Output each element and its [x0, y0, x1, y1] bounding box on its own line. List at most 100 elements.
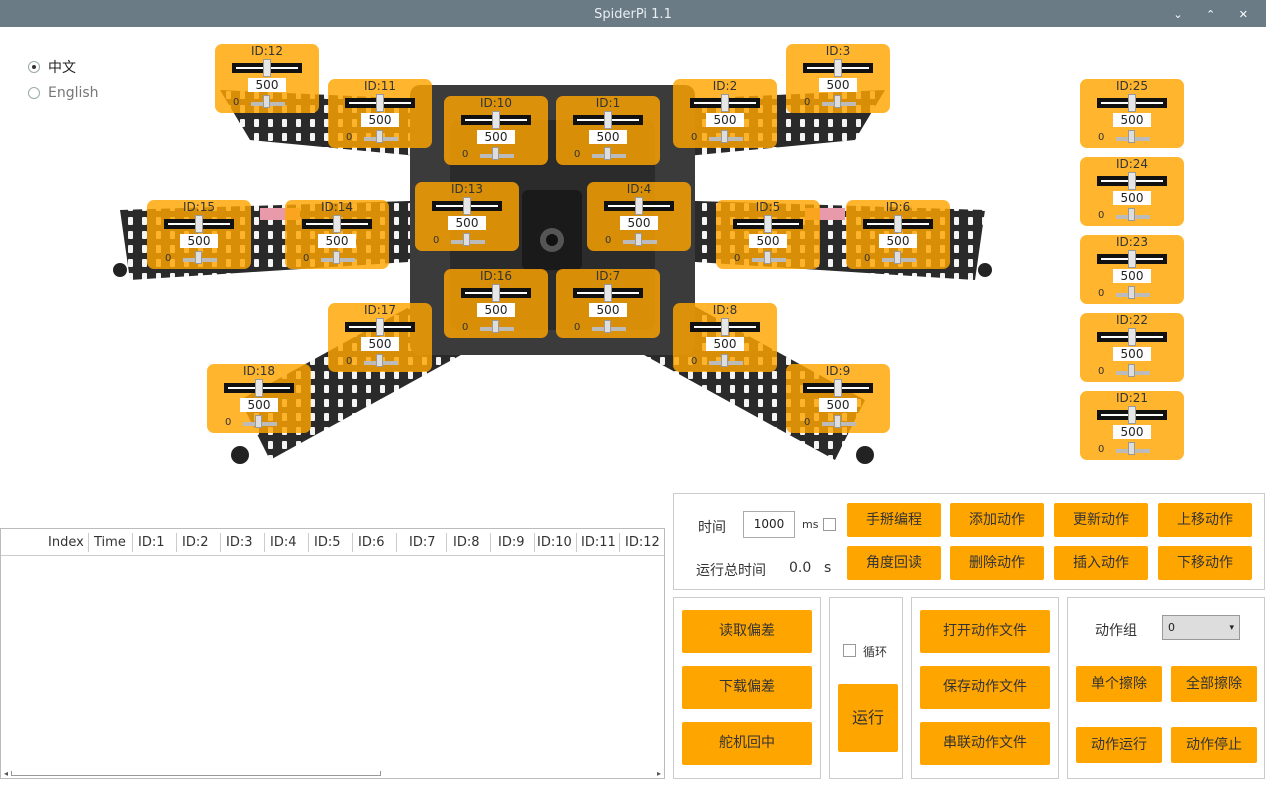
servo-slider-handle[interactable] — [721, 318, 729, 336]
servo-slider-handle[interactable] — [376, 94, 384, 112]
column-header[interactable]: ID:3 — [226, 535, 253, 550]
servo-panel-21[interactable]: ID:21 500 0 — [1080, 391, 1184, 460]
language-option-chinese[interactable]: 中文 — [28, 57, 76, 77]
column-header[interactable]: ID:1 — [138, 535, 165, 550]
servo-panel-24[interactable]: ID:24 500 0 — [1080, 157, 1184, 226]
servo-slider-handle[interactable] — [492, 284, 500, 302]
servo-panel-8[interactable]: ID:8 500 0 — [673, 303, 777, 372]
servo-slider-handle[interactable] — [1128, 250, 1136, 268]
delete-action-button[interactable]: 删除动作 — [950, 546, 1044, 580]
time-checkbox[interactable] — [823, 518, 836, 531]
servo-slider-handle[interactable] — [834, 379, 842, 397]
servo-offset-handle[interactable] — [492, 320, 499, 333]
servo-slider-handle[interactable] — [764, 215, 772, 233]
servo-offset-handle[interactable] — [333, 251, 340, 264]
chain-action-file-button[interactable]: 串联动作文件 — [920, 722, 1050, 765]
servo-slider-handle[interactable] — [1128, 94, 1136, 112]
servo-panel-3[interactable]: ID:3 500 0 — [786, 44, 890, 113]
servo-offset-handle[interactable] — [1128, 364, 1135, 377]
servo-slider-handle[interactable] — [1128, 172, 1136, 190]
update-action-button[interactable]: 更新动作 — [1054, 503, 1148, 537]
scrollbar-thumb[interactable] — [11, 771, 381, 776]
action-run-button[interactable]: 动作运行 — [1076, 727, 1162, 763]
scroll-right-icon[interactable]: ▸ — [657, 769, 661, 778]
servo-slider-handle[interactable] — [635, 197, 643, 215]
add-action-button[interactable]: 添加动作 — [950, 503, 1044, 537]
servo-panel-13[interactable]: ID:13 500 0 — [415, 182, 519, 251]
servo-panel-6[interactable]: ID:6 500 0 — [846, 200, 950, 269]
action-table[interactable]: Index Time ID:1 ID:2 ID:3 ID:4 ID:5 ID:6… — [0, 528, 665, 779]
servo-panel-17[interactable]: ID:17 500 0 — [328, 303, 432, 372]
servo-slider-handle[interactable] — [721, 94, 729, 112]
time-input[interactable]: 1000 — [743, 511, 795, 538]
save-action-file-button[interactable]: 保存动作文件 — [920, 666, 1050, 709]
servo-panel-22[interactable]: ID:22 500 0 — [1080, 313, 1184, 382]
servo-offset-handle[interactable] — [1128, 442, 1135, 455]
servo-slider-handle[interactable] — [894, 215, 902, 233]
column-header[interactable]: ID:4 — [270, 535, 297, 550]
language-option-english[interactable]: English — [28, 85, 99, 101]
column-header[interactable]: ID:5 — [314, 535, 341, 550]
servo-slider-handle[interactable] — [604, 284, 612, 302]
servo-panel-16[interactable]: ID:16 500 0 — [444, 269, 548, 338]
move-up-action-button[interactable]: 上移动作 — [1158, 503, 1252, 537]
read-angle-button[interactable]: 角度回读 — [847, 546, 941, 580]
servo-panel-9[interactable]: ID:9 500 0 — [786, 364, 890, 433]
servo-panel-11[interactable]: ID:11 500 0 — [328, 79, 432, 148]
servo-offset-handle[interactable] — [834, 95, 841, 108]
column-header[interactable]: ID:12 — [625, 535, 660, 550]
servo-slider-handle[interactable] — [492, 111, 500, 129]
read-offset-button[interactable]: 读取偏差 — [682, 610, 812, 653]
servo-slider-handle[interactable] — [376, 318, 384, 336]
servo-offset-handle[interactable] — [764, 251, 771, 264]
servo-panel-4[interactable]: ID:4 500 0 — [587, 182, 691, 251]
servo-slider-handle[interactable] — [834, 59, 842, 77]
servo-panel-10[interactable]: ID:10 500 0 — [444, 96, 548, 165]
servo-offset-handle[interactable] — [1128, 208, 1135, 221]
servo-slider-handle[interactable] — [263, 59, 271, 77]
window-controls[interactable]: ⌄ ⌃ ✕ — [1173, 0, 1258, 29]
servo-slider-handle[interactable] — [1128, 406, 1136, 424]
servo-offset-handle[interactable] — [263, 95, 270, 108]
servo-offset-handle[interactable] — [376, 354, 383, 367]
servo-slider-handle[interactable] — [1128, 328, 1136, 346]
insert-action-button[interactable]: 插入动作 — [1054, 546, 1148, 580]
column-header[interactable]: Index — [48, 535, 84, 550]
loop-checkbox[interactable] — [843, 644, 856, 657]
column-header[interactable]: ID:10 — [537, 535, 572, 550]
servo-offset-handle[interactable] — [463, 233, 470, 246]
servo-offset-handle[interactable] — [195, 251, 202, 264]
servo-panel-18[interactable]: ID:18 500 0 — [207, 364, 311, 433]
servo-center-button[interactable]: 舵机回中 — [682, 722, 812, 765]
servo-offset-handle[interactable] — [721, 354, 728, 367]
scroll-left-icon[interactable]: ◂ — [4, 769, 8, 778]
servo-offset-handle[interactable] — [1128, 130, 1135, 143]
servo-panel-7[interactable]: ID:7 500 0 — [556, 269, 660, 338]
radio-unchecked-icon[interactable] — [28, 87, 40, 99]
servo-offset-handle[interactable] — [721, 130, 728, 143]
chevron-down-icon[interactable]: ▾ — [1229, 617, 1234, 640]
servo-slider-handle[interactable] — [333, 215, 341, 233]
column-header[interactable]: ID:2 — [182, 535, 209, 550]
action-group-select[interactable]: 0 ▾ — [1162, 615, 1240, 640]
servo-offset-handle[interactable] — [834, 415, 841, 428]
servo-slider-handle[interactable] — [463, 197, 471, 215]
manual-program-button[interactable]: 手掰编程 — [847, 503, 941, 537]
servo-panel-12[interactable]: ID:12 500 0 — [215, 44, 319, 113]
column-header[interactable]: ID:9 — [498, 535, 525, 550]
servo-offset-handle[interactable] — [1128, 286, 1135, 299]
servo-slider-handle[interactable] — [255, 379, 263, 397]
servo-panel-15[interactable]: ID:15 500 0 — [147, 200, 251, 269]
column-header[interactable]: ID:8 — [453, 535, 480, 550]
erase-all-button[interactable]: 全部擦除 — [1171, 666, 1257, 702]
servo-offset-handle[interactable] — [492, 147, 499, 160]
servo-panel-2[interactable]: ID:2 500 0 — [673, 79, 777, 148]
servo-offset-handle[interactable] — [255, 415, 262, 428]
servo-slider-handle[interactable] — [604, 111, 612, 129]
servo-slider-handle[interactable] — [195, 215, 203, 233]
servo-panel-14[interactable]: ID:14 500 0 — [285, 200, 389, 269]
column-header[interactable]: Time — [94, 535, 126, 550]
servo-offset-handle[interactable] — [635, 233, 642, 246]
servo-panel-23[interactable]: ID:23 500 0 — [1080, 235, 1184, 304]
servo-panel-5[interactable]: ID:5 500 0 — [716, 200, 820, 269]
